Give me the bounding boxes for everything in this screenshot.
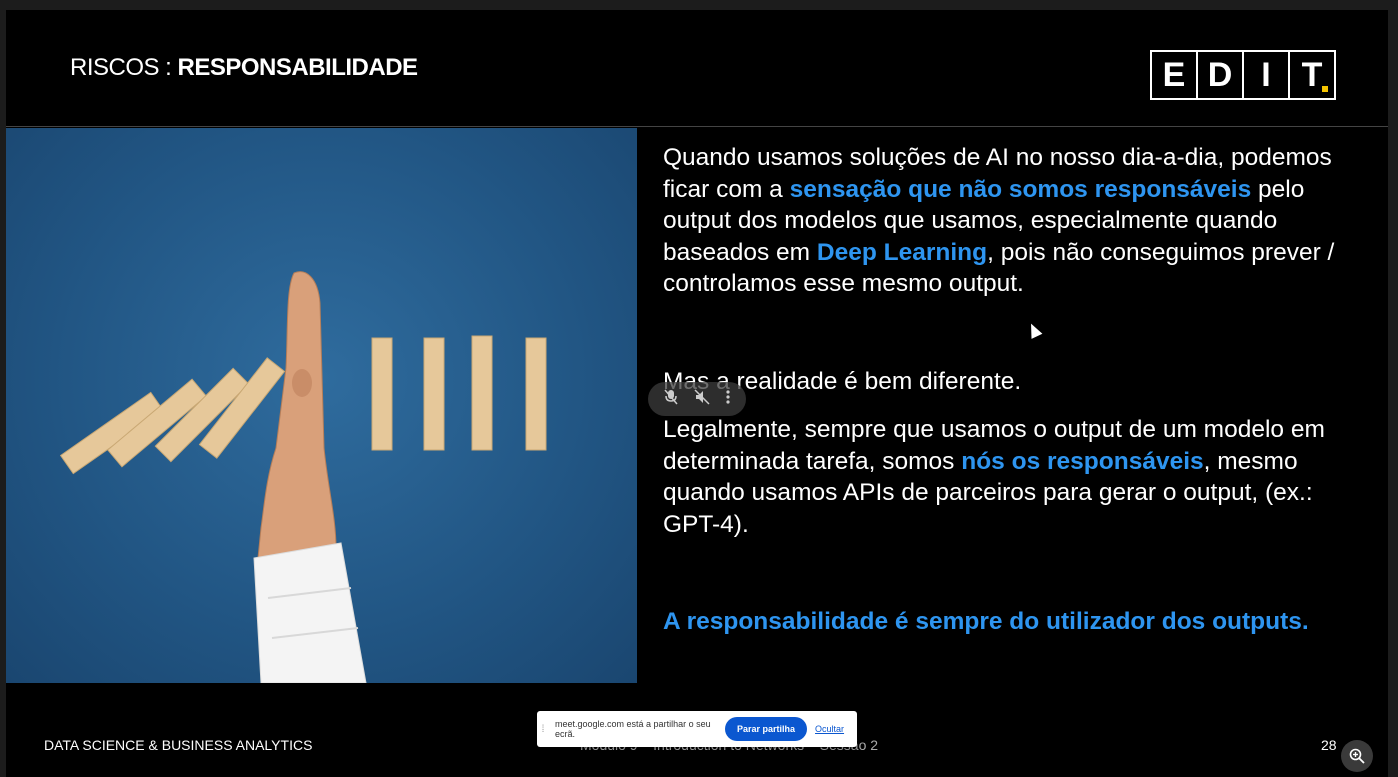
logo-letter-e: E xyxy=(1152,52,1198,98)
p1-highlight-1: sensação que não somos responsáveis xyxy=(789,175,1252,203)
zoom-button[interactable] xyxy=(1341,740,1373,772)
p3-highlight-1: nós os responsáveis xyxy=(961,447,1204,475)
slide-title: RISCOS : RESPONSABILIDADE xyxy=(70,54,418,82)
domino-hand-photo xyxy=(6,128,637,683)
paragraph-3: Legalmente, sempre que usamos o output d… xyxy=(663,414,1363,540)
slide-content: Quando usamos soluções de AI no nosso di… xyxy=(663,142,1363,638)
footer-course-name: DATA SCIENCE & BUSINESS ANALYTICS xyxy=(44,737,313,753)
share-message: meet.google.com está a partilhar o seu e… xyxy=(555,719,711,739)
hide-share-bar-link[interactable]: Ocultar xyxy=(815,724,844,734)
edit-logo: E D I T xyxy=(1150,50,1336,100)
mic-off-icon[interactable] xyxy=(664,389,678,410)
header-divider xyxy=(6,126,1388,127)
page-number: 28 xyxy=(1321,737,1337,753)
p1-highlight-2: Deep Learning xyxy=(816,238,988,266)
title-prefix: RISCOS : xyxy=(70,54,178,81)
paragraph-2: Mas a realidade é bem diferente. xyxy=(663,367,1022,395)
drag-handle-icon[interactable]: ⁞ xyxy=(537,724,549,735)
more-vert-icon[interactable] xyxy=(726,389,730,409)
title-bold: RESPONSABILIDADE xyxy=(177,54,419,81)
video-mini-controls xyxy=(648,382,746,416)
zoom-in-icon xyxy=(1349,748,1365,764)
logo-letter-t: T xyxy=(1290,52,1334,98)
domino-hand-illustration xyxy=(59,271,547,683)
logo-dot xyxy=(1322,86,1328,92)
volume-off-icon[interactable] xyxy=(694,388,710,410)
logo-letter-i: I xyxy=(1244,52,1290,98)
screen-share-bar: ⁞ meet.google.com está a partilhar o seu… xyxy=(537,711,857,747)
presentation-slide: RISCOS : RESPONSABILIDADE E D I T Quando… xyxy=(6,10,1388,777)
paragraph-1: Quando usamos soluções de AI no nosso di… xyxy=(663,142,1363,300)
stop-sharing-button[interactable]: Parar partilha xyxy=(725,717,808,741)
paragraph-4-conclusion: A responsabilidade é sempre do utilizado… xyxy=(663,608,1309,635)
logo-letter-d: D xyxy=(1198,52,1244,98)
